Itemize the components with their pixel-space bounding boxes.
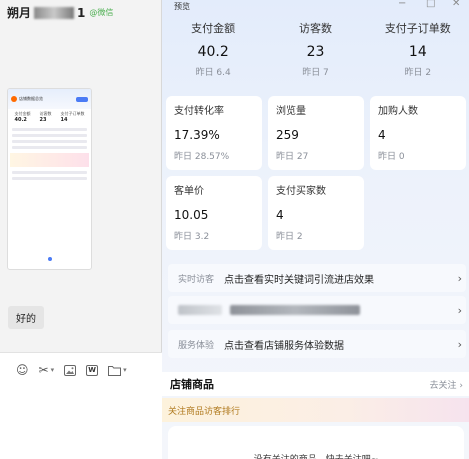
top-stats: 支付金额 40.2 昨日 6.4 访客数 23 昨日 7 支付子订单数 14 昨… (162, 20, 469, 86)
thumbnail-line (12, 171, 87, 174)
card-yesterday: 昨日 2 (276, 232, 303, 242)
redacted-name-blur (34, 7, 75, 19)
row-label: 服务体验 (178, 340, 215, 351)
emoji-icon[interactable]: ☺ (16, 363, 29, 377)
chevron-right-icon: › (457, 303, 462, 317)
thumbnail-stat: 支付金额 40.2 (14, 111, 31, 123)
realtime-visitors-row[interactable]: 实时访客 点击查看实时关键词引流进店效果 › (168, 264, 466, 292)
stat-sub-orders[interactable]: 支付子订单数 14 昨日 2 (367, 20, 469, 86)
thumbnail-line (12, 134, 87, 137)
card-label: 客单价 (174, 186, 204, 197)
stat-value: 23 (306, 44, 325, 60)
card-yesterday: 昨日 0 (378, 152, 405, 162)
thumbnail-band (10, 153, 89, 167)
stat-label: 支付子订单数 (384, 22, 451, 35)
section-title: 店铺商品 (170, 378, 214, 391)
word-icon[interactable]: W (86, 364, 99, 376)
thumbnail-stat: 访客数 23 (39, 111, 52, 123)
chevron-right-icon: › (457, 337, 462, 351)
chat-pane: 朔月 1 @微信 店铺数据总览 支付金额 40.2 访客数 23 支付子订单数 14 好… (0, 0, 162, 459)
thumbnail-line (12, 177, 87, 180)
card-label: 支付买家数 (276, 186, 326, 197)
stat-visitors[interactable]: 访客数 23 昨日 7 (264, 20, 366, 86)
row-label: 实时访客 (178, 274, 215, 285)
card-label: 浏览量 (276, 106, 306, 117)
thumbnail-title: 店铺数据总览 (19, 96, 43, 101)
card-add-to-cart[interactable]: 加购人数 4 昨日 0 (370, 96, 466, 170)
contact-name[interactable]: 朔月 1 (7, 4, 85, 21)
card-label: 加购人数 (378, 106, 418, 117)
shop-products-header: 店铺商品 去关注 › (162, 372, 469, 396)
stat-yesterday: 昨日 2 (404, 68, 432, 78)
card-paying-buyers[interactable]: 支付买家数 4 昨日 2 (268, 176, 364, 250)
maximize-button[interactable]: □ (426, 0, 435, 9)
redacted-row[interactable]: › (168, 296, 466, 324)
word-icon-label: W (86, 364, 99, 376)
empty-state-card: 没有关注的商品，快去关注吧~ (168, 426, 464, 459)
row-text: 点击查看实时关键词引流进店效果 (224, 274, 374, 286)
compose-toolbar: ☺ ✂ ▾ W ▾ (0, 353, 162, 377)
card-page-views[interactable]: 浏览量 259 昨日 27 (268, 96, 364, 170)
image-icon[interactable] (64, 364, 77, 376)
followed-products-ranking-band: 关注商品访客排行 (162, 398, 469, 422)
card-value: 4 (276, 208, 284, 222)
redacted-text-blur (230, 305, 360, 315)
message-bubble[interactable]: 好的 (8, 306, 44, 329)
thumbnail-line (12, 146, 87, 149)
empty-state-text: 没有关注的商品，快去关注吧~ (168, 426, 464, 459)
scissors-icon[interactable]: ✂ ▾ (39, 363, 55, 377)
close-button[interactable]: ✕ (452, 0, 460, 9)
thumbnail-button (76, 96, 88, 102)
card-avg-order-value[interactable]: 客单价 10.05 昨日 3.2 (166, 176, 262, 250)
card-value: 4 (378, 128, 386, 142)
card-label: 支付转化率 (174, 106, 224, 117)
ranking-title: 关注商品访客排行 (168, 406, 241, 417)
stat-value: 40.2 (197, 44, 229, 60)
card-conversion-rate[interactable]: 支付转化率 17.39% 昨日 28.57% (166, 96, 262, 170)
preview-window: 预览 − □ ✕ 支付金额 40.2 昨日 6.4 访客数 23 昨日 7 支付… (162, 0, 469, 459)
thumbnail-stats: 支付金额 40.2 访客数 23 支付子订单数 14 (8, 109, 91, 125)
card-yesterday: 昨日 28.57% (174, 152, 230, 162)
minimize-button[interactable]: − (398, 0, 406, 9)
chat-header: 朔月 1 @微信 (0, 0, 162, 24)
card-value: 10.05 (174, 208, 209, 222)
shop-logo-icon (11, 96, 17, 102)
chevron-right-icon: › (457, 271, 462, 285)
follow-link[interactable]: 去关注 › (430, 378, 463, 391)
stat-value: 14 (408, 44, 427, 60)
card-value: 259 (276, 128, 299, 142)
home-dot-icon (47, 257, 52, 261)
thumbnail-header: 店铺数据总览 (8, 89, 91, 109)
wechat-tag: @微信 (89, 7, 114, 17)
window-title: 预览 (174, 1, 190, 11)
stat-yesterday: 昨日 6.4 (195, 68, 231, 78)
thumbnail-stat: 支付子订单数 14 (60, 111, 85, 123)
service-experience-row[interactable]: 服务体验 点击查看店铺服务体验数据 › (168, 330, 466, 358)
stat-label: 访客数 (298, 22, 332, 35)
stat-label: 支付金额 (191, 22, 236, 35)
folder-icon[interactable]: ▾ (108, 365, 127, 376)
thumbnail-line (12, 140, 87, 143)
thumbnail-footer (8, 246, 91, 265)
redacted-label-blur (178, 305, 222, 315)
card-yesterday: 昨日 27 (276, 152, 309, 162)
contact-name-prefix: 朔月 (7, 5, 32, 20)
row-text: 点击查看店铺服务体验数据 (224, 340, 344, 352)
stat-yesterday: 昨日 7 (302, 68, 329, 78)
card-yesterday: 昨日 3.2 (174, 232, 210, 242)
window-titlebar: 预览 − □ ✕ (162, 0, 469, 12)
thumbnail-line (12, 128, 87, 131)
card-value: 17.39% (174, 128, 220, 142)
compose-area[interactable]: ☺ ✂ ▾ W ▾ (0, 352, 162, 459)
stat-payment-amount[interactable]: 支付金额 40.2 昨日 6.4 (162, 20, 264, 86)
contact-name-suffix: 1 (77, 5, 86, 20)
screenshot-thumbnail[interactable]: 店铺数据总览 支付金额 40.2 访客数 23 支付子订单数 14 (7, 88, 92, 270)
